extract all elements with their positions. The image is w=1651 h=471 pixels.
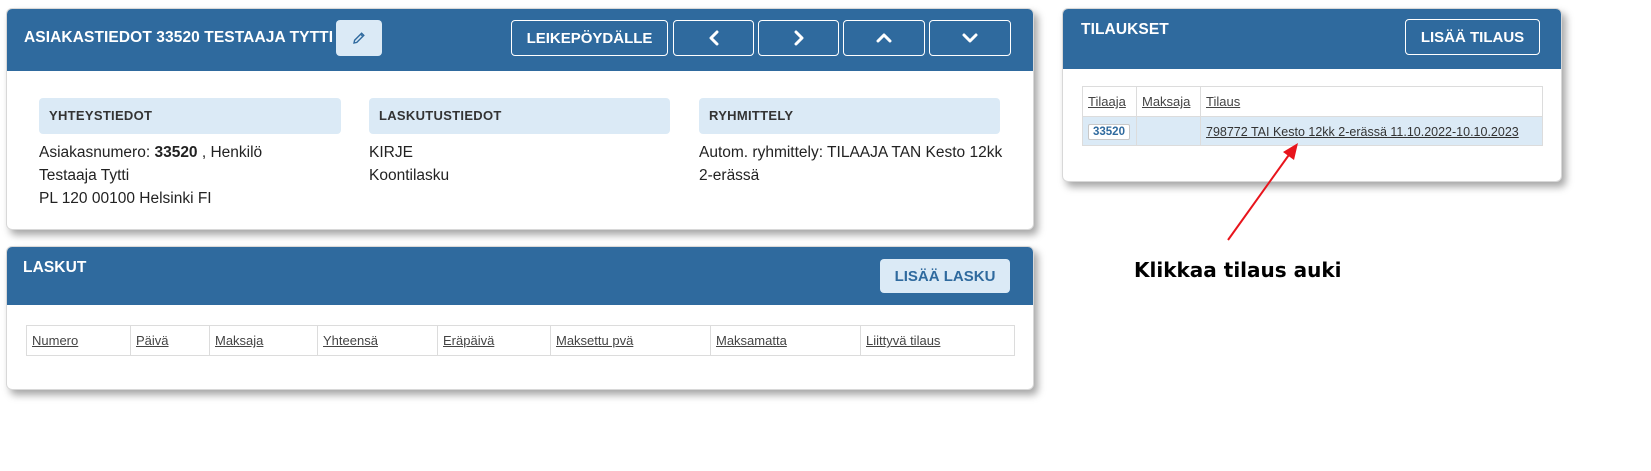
billing-method: KIRJE: [369, 144, 413, 161]
customer-title: ASIAKASTIEDOT 33520 TESTAAJA TYTTI: [24, 29, 334, 46]
next-button[interactable]: [758, 20, 839, 56]
pencil-icon: [353, 32, 365, 44]
edit-button[interactable]: [336, 20, 382, 56]
chevron-left-icon: [709, 30, 718, 46]
chevron-down-icon: [962, 33, 978, 43]
invoices-panel: LASKUT LISÄÄ LASKU Numero Päivä Maksaja …: [6, 246, 1034, 390]
col-header[interactable]: Numero: [26, 325, 131, 356]
grouping-line1: Autom. ryhmittely: TILAAJA TAN Kesto 12k…: [699, 144, 1003, 161]
grouping-info: Autom. ryhmittely: TILAAJA TAN Kesto 12k…: [699, 141, 1009, 187]
billing-info: KIRJE Koontilasku: [369, 141, 669, 187]
col-header[interactable]: Maksamatta: [710, 325, 861, 356]
col-header[interactable]: Maksettu pvä: [550, 325, 711, 356]
add-order-button[interactable]: LISÄÄ TILAUS: [1405, 19, 1540, 55]
add-invoice-button[interactable]: LISÄÄ LASKU: [880, 259, 1010, 293]
col-header[interactable]: Päivä: [130, 325, 210, 356]
customer-number: 33520: [154, 144, 198, 161]
billing-type: Koontilasku: [369, 167, 450, 184]
chevron-right-icon: [794, 30, 803, 46]
col-header[interactable]: Liittyvä tilaus: [860, 325, 1015, 356]
contact-header: YHTEYSTIEDOT: [39, 98, 341, 134]
invoices-table-header: Numero Päivä Maksaja Yhteensä Eräpäivä M…: [26, 325, 1015, 356]
collapse-button[interactable]: [843, 20, 925, 56]
grouping-header: RYHMITTELY: [699, 98, 1000, 134]
table-row[interactable]: 33520 798772 TAI Kesto 12kk 2-erässä 11.…: [1082, 116, 1543, 146]
col-header[interactable]: Maksaja: [1136, 86, 1201, 117]
col-header[interactable]: Tilaaja: [1082, 86, 1137, 117]
col-header[interactable]: Maksaja: [209, 325, 318, 356]
contact-info: Asiakasnumero: 33520 , Henkilö Testaaja …: [39, 141, 339, 210]
chevron-up-icon: [876, 33, 892, 43]
annotation-text: Klikkaa tilaus auki: [1134, 258, 1342, 282]
orders-table: Tilaaja Maksaja Tilaus 33520 798772 TAI …: [1082, 86, 1543, 146]
orders-panel: TILAUKSET LISÄÄ TILAUS Tilaaja Maksaja T…: [1062, 8, 1562, 182]
grouping-line2: 2-erässä: [699, 167, 760, 184]
col-header[interactable]: Eräpäivä: [437, 325, 551, 356]
payer-cell: [1136, 116, 1201, 146]
col-header[interactable]: Tilaus: [1200, 86, 1543, 117]
customer-name: Testaaja Tytti: [39, 167, 130, 184]
billing-header: LASKUTUSTIEDOT: [369, 98, 670, 134]
orderer-cell: 33520: [1082, 116, 1137, 146]
orders-panel-header: TILAUKSET LISÄÄ TILAUS: [1063, 9, 1561, 69]
customer-number-label: Asiakasnumero:: [39, 144, 155, 161]
customer-number-line: Asiakasnumero: 33520 , Henkilö: [39, 141, 339, 164]
orderer-badge[interactable]: 33520: [1088, 123, 1130, 140]
invoices-panel-header: LASKUT LISÄÄ LASKU: [7, 247, 1033, 305]
customer-address: PL 120 00100 Helsinki FI: [39, 190, 212, 207]
invoices-title: LASKUT: [23, 259, 87, 276]
expand-button[interactable]: [929, 20, 1011, 56]
invoices-table: Numero Päivä Maksaja Yhteensä Eräpäivä M…: [26, 325, 1015, 356]
orders-title: TILAUKSET: [1081, 21, 1169, 38]
order-link[interactable]: 798772 TAI Kesto 12kk 2-erässä 11.10.202…: [1206, 125, 1519, 139]
customer-type: , Henkilö: [197, 144, 263, 161]
customer-panel-header: ASIAKASTIEDOT 33520 TESTAAJA TYTTI LEIKE…: [7, 9, 1033, 71]
orders-table-header: Tilaaja Maksaja Tilaus: [1082, 86, 1543, 117]
col-header[interactable]: Yhteensä: [317, 325, 438, 356]
order-cell: 798772 TAI Kesto 12kk 2-erässä 11.10.202…: [1200, 116, 1543, 146]
customer-panel: ASIAKASTIEDOT 33520 TESTAAJA TYTTI LEIKE…: [6, 8, 1034, 230]
clipboard-button[interactable]: LEIKEPÖYDÄLLE: [511, 20, 668, 56]
prev-button[interactable]: [673, 20, 754, 56]
